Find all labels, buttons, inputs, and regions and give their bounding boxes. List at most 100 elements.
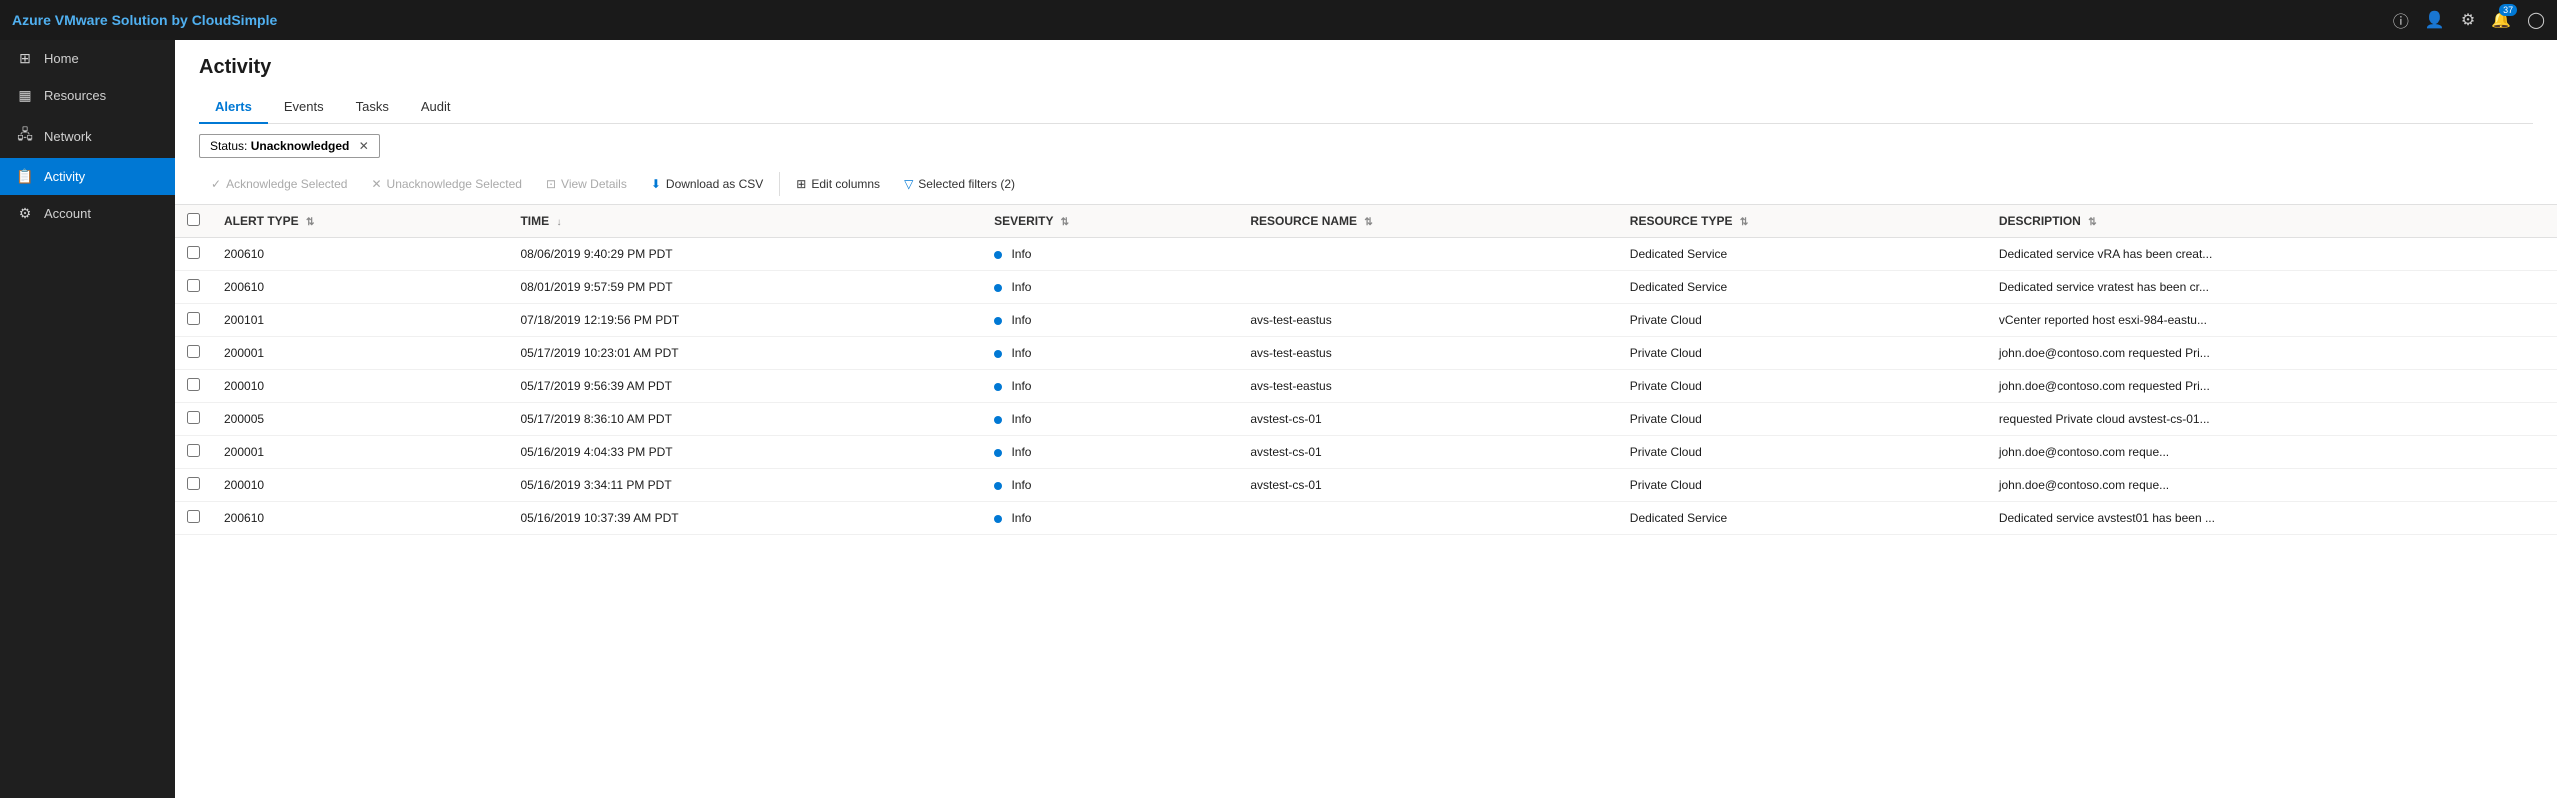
x-icon: ✕ [371,177,381,191]
row-checkbox-cell[interactable] [175,337,212,370]
col-severity[interactable]: SEVERITY ⇅ [982,205,1238,238]
cell-resource-name [1238,271,1617,304]
row-checkbox-cell[interactable] [175,469,212,502]
cell-resource-name: avs-test-eastus [1238,370,1617,403]
severity-dot [994,350,1002,358]
cell-time: 08/01/2019 9:57:59 PM PDT [508,271,982,304]
sidebar-item-resources[interactable]: ▦ Resources [0,77,175,114]
status-filter-badge[interactable]: Status: Unacknowledged ✕ [199,134,380,158]
row-checkbox-6[interactable] [187,444,200,457]
sidebar-item-home[interactable]: ⊞ Home [0,40,175,77]
cell-description: Dedicated service avstest01 has been ... [1987,502,2557,535]
severity-label: Info [1011,247,1031,261]
user-circle-icon[interactable]: 👤 [2425,10,2445,30]
row-checkbox-8[interactable] [187,510,200,523]
view-details-button[interactable]: ⊡ View Details [534,172,639,196]
row-checkbox-3[interactable] [187,345,200,358]
row-checkbox-cell[interactable] [175,238,212,271]
table-row: 200010 05/16/2019 3:34:11 PM PDT Info av… [175,469,2557,502]
cell-alert-type: 200010 [212,370,508,403]
resources-icon: ▦ [16,87,34,104]
details-icon: ⊡ [546,177,556,191]
col-resource-name[interactable]: RESOURCE NAME ⇅ [1238,205,1617,238]
page-header: Activity Alerts Events Tasks Audit [175,40,2557,124]
tab-tasks[interactable]: Tasks [340,91,405,124]
sidebar-item-account[interactable]: ⚙ Account [0,195,175,232]
cell-resource-type: Private Cloud [1618,469,1987,502]
settings-icon[interactable]: ⚙ [2461,10,2475,30]
select-all-checkbox[interactable] [187,213,200,226]
cell-time: 08/06/2019 9:40:29 PM PDT [508,238,982,271]
download-csv-button[interactable]: ⬇ Download as CSV [639,172,775,196]
col-alert-type[interactable]: ALERT TYPE ⇅ [212,205,508,238]
row-checkbox-0[interactable] [187,246,200,259]
cell-resource-type: Dedicated Service [1618,271,1987,304]
cell-resource-name: avstest-cs-01 [1238,436,1617,469]
topbar: Azure VMware Solution by CloudSimple ⓘ 👤… [0,0,2557,40]
severity-label: Info [1011,313,1031,327]
cell-alert-type: 200001 [212,436,508,469]
row-checkbox-1[interactable] [187,279,200,292]
row-checkbox-cell[interactable] [175,502,212,535]
severity-label: Info [1011,280,1031,294]
row-checkbox-7[interactable] [187,477,200,490]
cell-time: 05/16/2019 4:04:33 PM PDT [508,436,982,469]
account-icon[interactable]: ◯ [2527,10,2545,30]
select-all-header[interactable] [175,205,212,238]
cell-severity: Info [982,436,1238,469]
topbar-right: ⓘ 👤 ⚙ 🔔 37 ◯ [2393,8,2545,32]
alerts-table-container: ALERT TYPE ⇅ TIME ↓ SEVERITY ⇅ RESOURC [175,205,2557,798]
cell-description: vCenter reported host esxi-984-eastu... [1987,304,2557,337]
table-row: 200101 07/18/2019 12:19:56 PM PDT Info a… [175,304,2557,337]
status-close-icon[interactable]: ✕ [359,139,369,153]
acknowledge-button[interactable]: ✓ Acknowledge Selected [199,172,359,196]
row-checkbox-cell[interactable] [175,403,212,436]
notifications-icon[interactable]: 🔔 37 [2491,10,2511,30]
cell-description: Dedicated service vratest has been cr... [1987,271,2557,304]
col-description[interactable]: DESCRIPTION ⇅ [1987,205,2557,238]
status-value: Unacknowledged [251,139,350,153]
severity-label: Info [1011,346,1031,360]
severity-label: Info [1011,412,1031,426]
row-checkbox-cell[interactable] [175,370,212,403]
row-checkbox-5[interactable] [187,411,200,424]
sidebar-item-activity-label: Activity [44,169,85,184]
row-checkbox-cell[interactable] [175,304,212,337]
page-title: Activity [199,56,2533,79]
row-checkbox-4[interactable] [187,378,200,391]
severity-dot [994,482,1002,490]
col-time[interactable]: TIME ↓ [508,205,982,238]
selected-filters-button[interactable]: ▽ Selected filters (2) [892,172,1027,196]
severity-dot [994,383,1002,391]
cell-description: john.doe@contoso.com reque... [1987,469,2557,502]
app-title: Azure VMware Solution by CloudSimple [12,12,277,28]
cell-description: john.doe@contoso.com requested Pri... [1987,370,2557,403]
cell-resource-type: Private Cloud [1618,403,1987,436]
tab-alerts[interactable]: Alerts [199,91,268,124]
table-row: 200610 08/01/2019 9:57:59 PM PDT Info De… [175,271,2557,304]
severity-dot [994,284,1002,292]
unacknowledge-button[interactable]: ✕ Unacknowledge Selected [359,172,533,196]
network-icon: 🖧 [16,124,34,148]
topbar-left: Azure VMware Solution by CloudSimple [12,12,277,28]
row-checkbox-2[interactable] [187,312,200,325]
cell-time: 05/17/2019 9:56:39 AM PDT [508,370,982,403]
severity-label: Info [1011,511,1031,525]
edit-columns-button[interactable]: ⊞ Edit columns [784,172,892,196]
tab-audit[interactable]: Audit [405,91,467,124]
sidebar-item-activity[interactable]: 📋 Activity [0,158,175,195]
tab-events[interactable]: Events [268,91,340,124]
severity-dot [994,317,1002,325]
table-header-row: ALERT TYPE ⇅ TIME ↓ SEVERITY ⇅ RESOURC [175,205,2557,238]
cell-time: 05/16/2019 10:37:39 AM PDT [508,502,982,535]
cell-severity: Info [982,337,1238,370]
content-area: Activity Alerts Events Tasks Audit Statu… [175,40,2557,798]
row-checkbox-cell[interactable] [175,436,212,469]
cell-alert-type: 200610 [212,502,508,535]
cell-resource-name: avstest-cs-01 [1238,403,1617,436]
col-resource-type[interactable]: RESOURCE TYPE ⇅ [1618,205,1987,238]
help-icon[interactable]: ⓘ [2393,8,2409,32]
row-checkbox-cell[interactable] [175,271,212,304]
table-row: 200005 05/17/2019 8:36:10 AM PDT Info av… [175,403,2557,436]
sidebar-item-network[interactable]: 🖧 Network [0,114,175,158]
